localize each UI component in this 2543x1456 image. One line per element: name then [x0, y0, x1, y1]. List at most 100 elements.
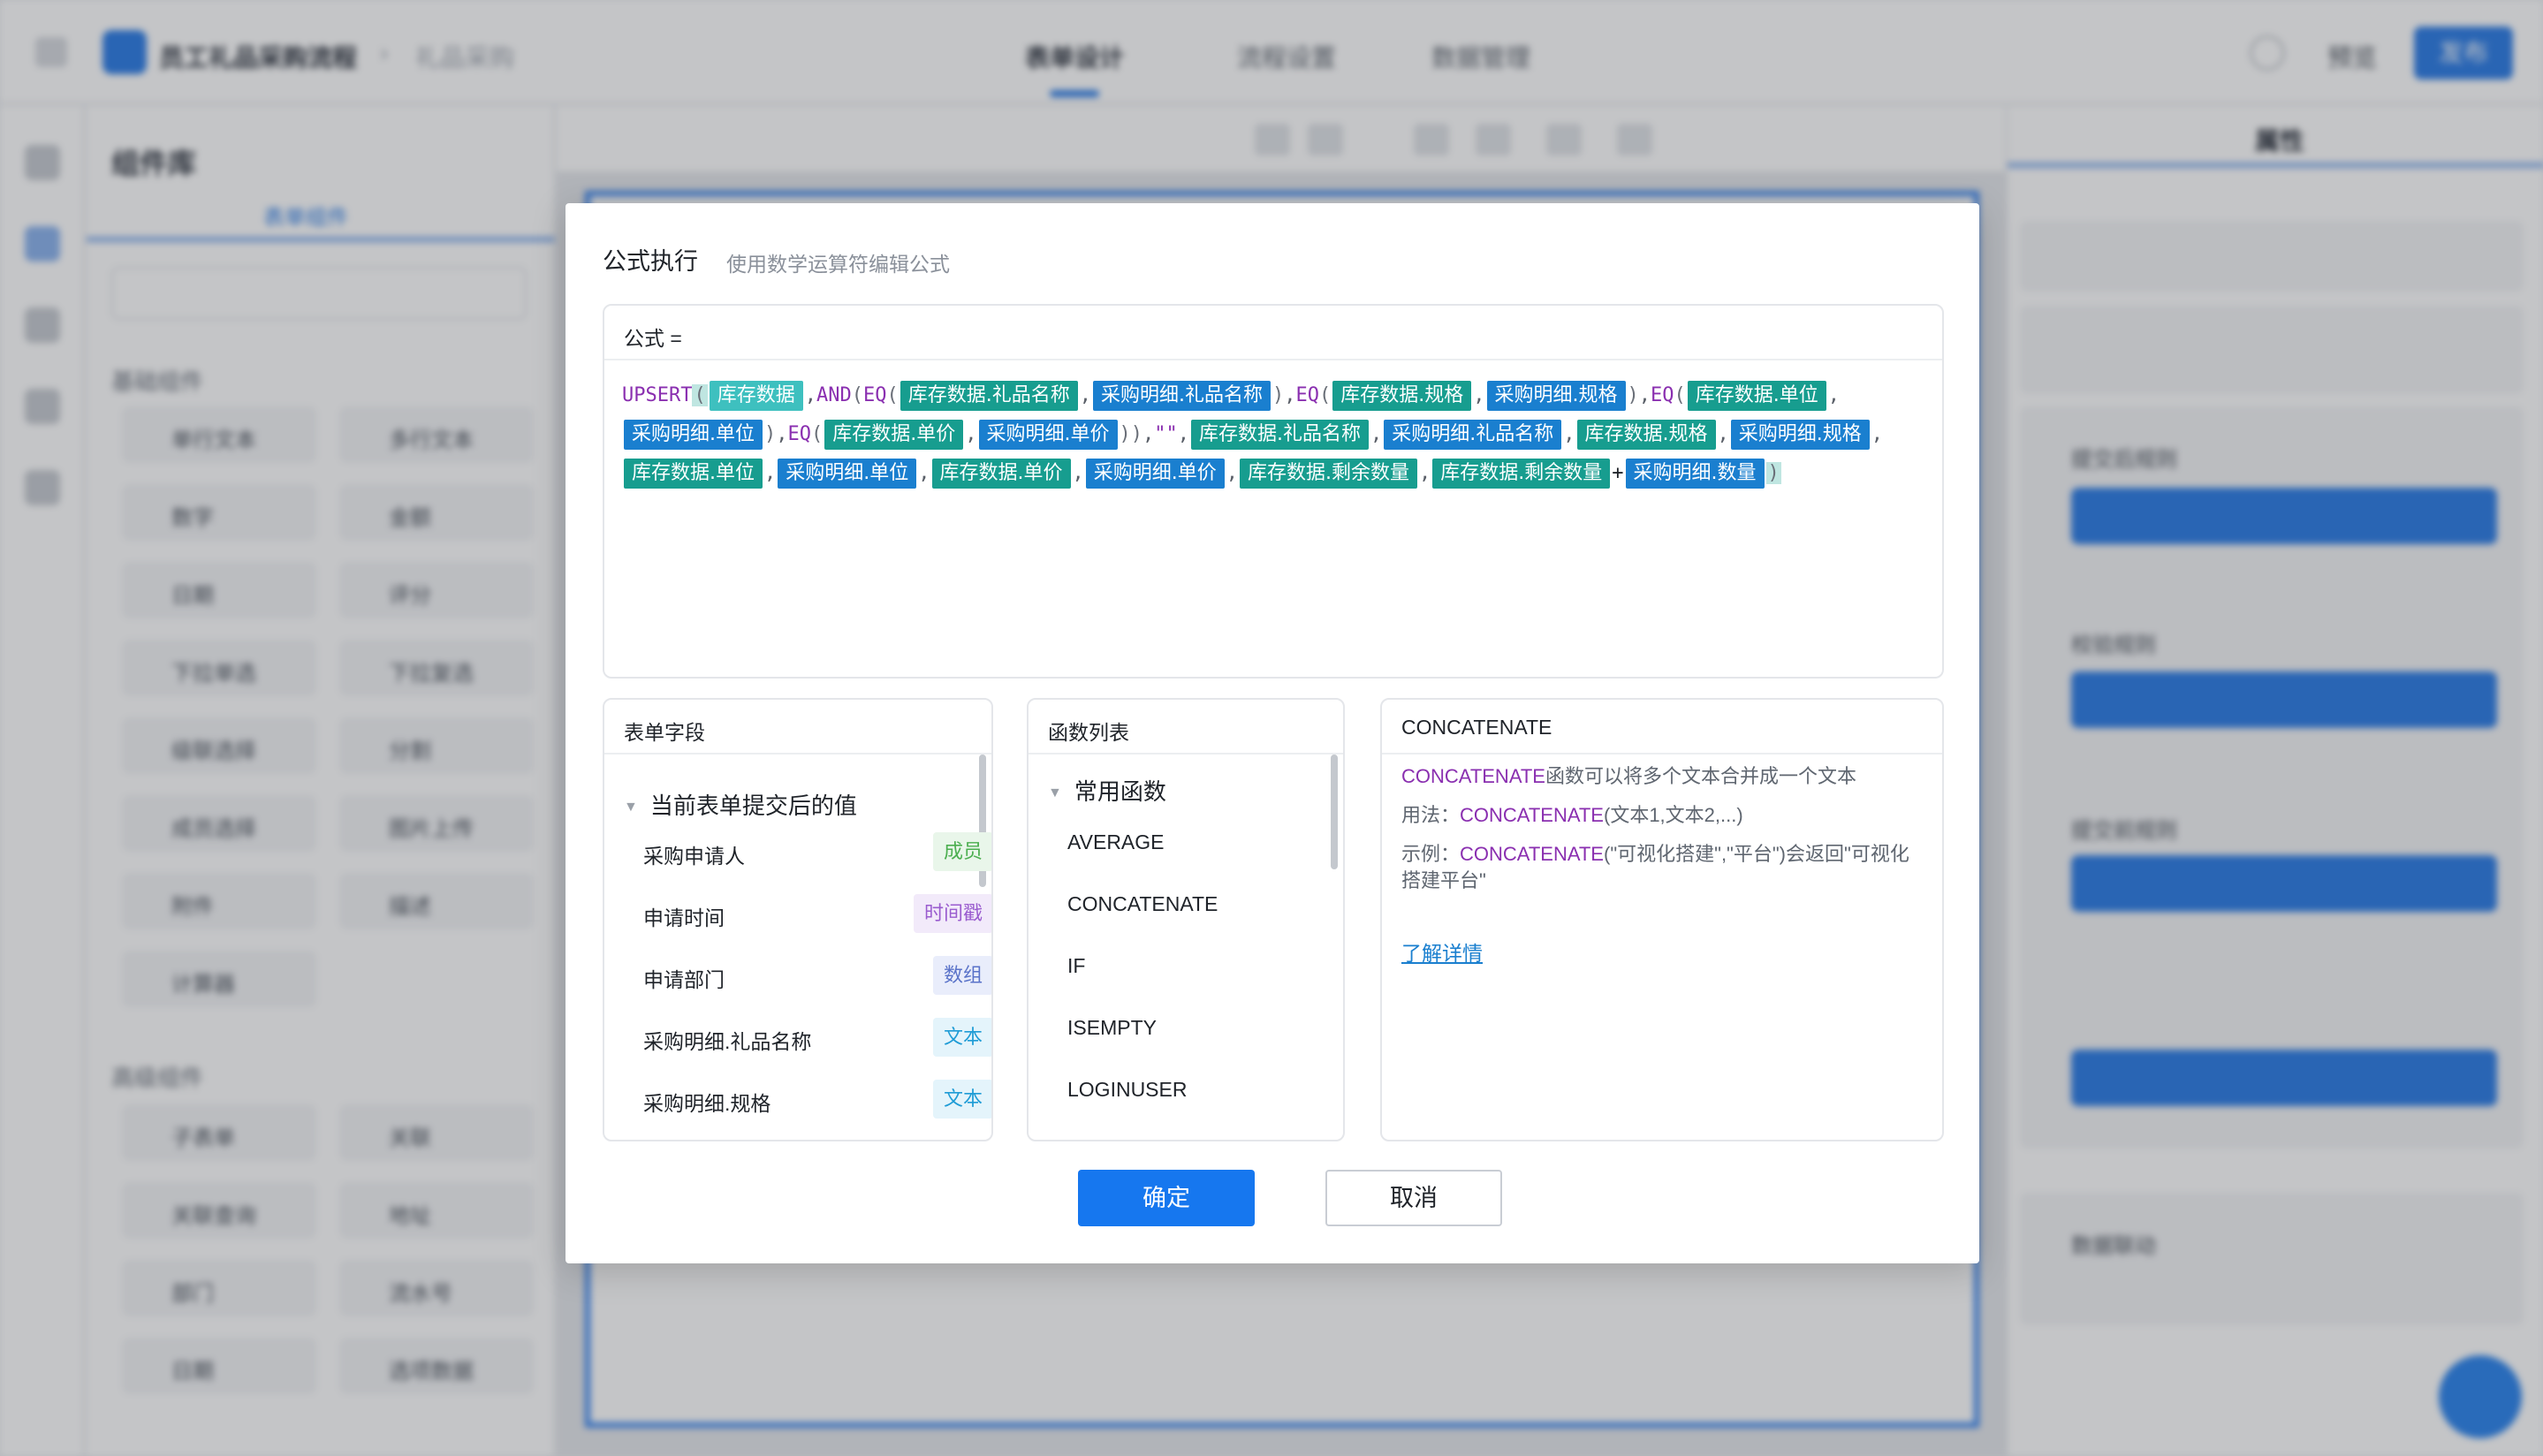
formula-paren: (	[851, 384, 863, 406]
field-label: 申请部门	[643, 968, 725, 991]
formula-paren: (	[1674, 384, 1686, 406]
function-doc-title: CONCATENATE	[1382, 700, 1942, 755]
function-item[interactable]: AVERAGE	[1067, 830, 1165, 854]
formula-field-token[interactable]: 库存数据.单价	[824, 420, 964, 450]
formula-comma: ,	[1079, 384, 1091, 406]
learn-more-link[interactable]: 了解详情	[1401, 937, 1483, 967]
formula-field-token[interactable]: 库存数据.剩余数量	[1240, 459, 1417, 489]
form-fields-panel: 表单字段 ▼ 当前表单提交后的值 采购申请人 成员 申请时间 时间戳 申请部门 数组 采购明细…	[603, 698, 993, 1141]
field-label: 采购明细.礼品名称	[643, 1030, 812, 1053]
function-item[interactable]: ISEMPTY	[1067, 1016, 1157, 1040]
function-list-panel: 函数列表 ▼ 常用函数 AVERAGE CONCATENATE IF ISEMPTY LO…	[1027, 698, 1345, 1141]
caret-down-icon: ▼	[624, 800, 638, 815]
formula-modal: 公式执行 使用数学运算符编辑公式 公式 = UPSERT(库存数据 ,AND(EQ…	[566, 203, 1979, 1263]
formula-field-token[interactable]: 库存数据.规格	[1576, 420, 1716, 450]
function-description: CONCATENATE函数可以将多个文本合并成一个文本	[1401, 763, 1932, 790]
formula-paren: (	[692, 384, 708, 406]
usage-args: (文本1,文本2,...)	[1604, 804, 1743, 826]
field-type-badge: 文本	[932, 1080, 991, 1119]
field-row[interactable]: 采购明细.规格 文本	[643, 1080, 991, 1119]
formula-editor[interactable]: 公式 = UPSERT(库存数据 ,AND(EQ(库存数据.礼品名称, 采购明细.礼…	[603, 304, 1944, 679]
formula-paren: (	[1319, 384, 1332, 406]
formula-field-token[interactable]: 采购明细.礼品名称	[1093, 381, 1271, 411]
function-usage: 用法：CONCATENATE(文本1,文本2,...)	[1401, 802, 1932, 829]
field-row[interactable]: 采购申请人 成员	[643, 832, 991, 871]
formula-field-token[interactable]: 采购明细.规格	[1730, 420, 1870, 450]
functions-scrollbar[interactable]	[1331, 755, 1338, 869]
formula-field-token[interactable]: 库存数据.剩余数量	[1432, 459, 1611, 489]
formula-string: ""	[1154, 423, 1178, 445]
formula-comma: ,	[1072, 462, 1084, 484]
formula-function: UPSERT	[622, 384, 693, 406]
usage-fn-name: CONCATENATE	[1460, 804, 1604, 826]
formula-paren: (	[886, 384, 899, 406]
caret-down-icon: ▼	[1048, 785, 1062, 800]
formula-field-token[interactable]: 库存数据.单位	[624, 459, 763, 489]
field-type-badge: 文本	[932, 1018, 991, 1057]
field-group-label: 当前表单提交后的值	[649, 792, 857, 819]
formula-label: 公式 =	[604, 306, 1942, 360]
modal-subtitle: 使用数学运算符编辑公式	[726, 253, 950, 276]
formula-comma: ,	[1142, 423, 1155, 445]
formula-comma: ,	[776, 423, 788, 445]
function-group-label: 常用函数	[1074, 778, 1166, 805]
formula-field-token[interactable]: 采购明细.单位	[624, 420, 763, 450]
function-item[interactable]: LOGINUSER	[1067, 1078, 1187, 1102]
doc-fn-name: CONCATENATE	[1401, 765, 1545, 787]
function-item[interactable]: SUM	[1067, 1140, 1112, 1141]
function-item[interactable]: IF	[1067, 954, 1085, 978]
formula-comma: ,	[1638, 384, 1651, 406]
example-fn-name: CONCATENATE	[1460, 843, 1604, 865]
formula-function: EQ	[787, 423, 812, 445]
formula-comma: ,	[764, 462, 777, 484]
formula-paren: )	[1272, 384, 1285, 406]
formula-operator: +	[1612, 462, 1624, 484]
formula-field-token[interactable]: 库存数据.单位	[1687, 381, 1826, 411]
formula-comma: ,	[1827, 384, 1840, 406]
field-label: 采购明细.规格	[643, 1092, 771, 1115]
formula-comma: ,	[1473, 384, 1485, 406]
formula-field-token[interactable]: 库存数据.礼品名称	[1191, 420, 1369, 450]
formula-comma: ,	[1284, 384, 1296, 406]
formula-field-token[interactable]: 库存数据	[709, 381, 803, 411]
formula-field-token[interactable]: 采购明细.数量	[1625, 459, 1765, 489]
formula-field-token[interactable]: 采购明细.礼品名称	[1384, 420, 1562, 450]
formula-function: EQ	[863, 384, 887, 406]
formula-field-token[interactable]: 库存数据.规格	[1332, 381, 1472, 411]
formula-function: AND	[816, 384, 852, 406]
field-group[interactable]: ▼ 当前表单提交后的值	[624, 788, 857, 821]
confirm-button[interactable]: 确定	[1078, 1170, 1255, 1226]
formula-input[interactable]: UPSERT(库存数据 ,AND(EQ(库存数据.礼品名称, 采购明细.礼品名称),…	[604, 360, 1942, 493]
formula-comma: ,	[1226, 462, 1238, 484]
field-row[interactable]: 采购明细.礼品名称 文本	[643, 1018, 991, 1057]
formula-paren: )	[1627, 384, 1639, 406]
function-doc-panel: CONCATENATE CONCATENATE函数可以将多个文本合并成一个文本 …	[1380, 698, 1944, 1141]
usage-prefix: 用法：	[1401, 804, 1461, 826]
function-group[interactable]: ▼ 常用函数	[1048, 774, 1166, 807]
field-row[interactable]: 申请时间 时间戳	[643, 894, 991, 933]
formula-field-token[interactable]: 库存数据.单价	[931, 459, 1071, 489]
formula-paren: )	[1765, 462, 1781, 484]
cancel-button[interactable]: 取消	[1325, 1170, 1502, 1226]
modal-title: 公式执行	[603, 248, 698, 275]
field-label: 申请时间	[643, 906, 725, 929]
function-list-title: 函数列表	[1029, 700, 1343, 755]
formula-comma: ,	[1177, 423, 1189, 445]
field-row[interactable]: 申请部门 数组	[643, 956, 991, 995]
example-prefix: 示例：	[1401, 843, 1461, 865]
field-type-badge: 成员	[932, 832, 991, 871]
formula-paren: )	[1119, 423, 1131, 445]
field-type-badge: 时间戳	[913, 894, 991, 933]
function-item[interactable]: CONCATENATE	[1067, 892, 1218, 916]
formula-field-token[interactable]: 采购明细.单位	[778, 459, 917, 489]
field-label: 采购申请人	[643, 845, 745, 868]
formula-comma: ,	[965, 423, 977, 445]
formula-comma: ,	[804, 384, 816, 406]
formula-field-token[interactable]: 采购明细.规格	[1486, 381, 1626, 411]
formula-comma: ,	[1419, 462, 1431, 484]
formula-field-token[interactable]: 采购明细.单价	[978, 420, 1118, 450]
formula-field-token[interactable]: 采购明细.单价	[1085, 459, 1225, 489]
formula-field-token[interactable]: 库存数据.礼品名称	[900, 381, 1078, 411]
formula-comma: ,	[918, 462, 930, 484]
formula-comma: ,	[1717, 423, 1729, 445]
